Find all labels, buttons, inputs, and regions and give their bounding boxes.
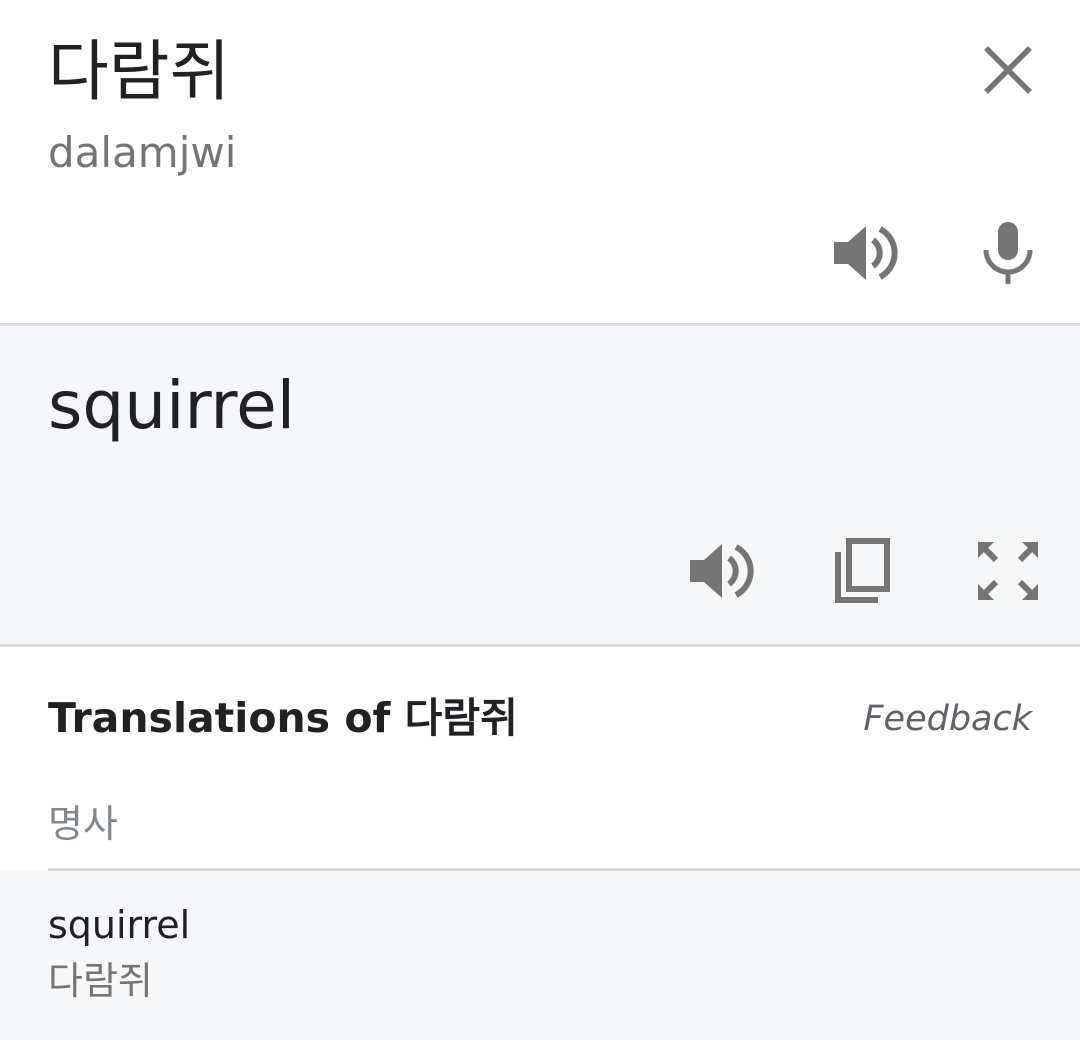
source-text[interactable]: 다람쥐	[48, 28, 230, 116]
dictionary-title: Translations of 다람쥐	[48, 694, 518, 742]
volume-up-icon	[690, 544, 754, 598]
microphone-icon	[983, 222, 1033, 284]
translation-text[interactable]: squirrel	[48, 366, 295, 446]
dictionary-entry[interactable]: squirrel 다람쥐	[0, 871, 1080, 1040]
source-listen-button[interactable]	[828, 220, 900, 286]
fullscreen-icon	[977, 541, 1039, 601]
source-panel: 다람쥐 dalamjwi	[0, 0, 1080, 323]
volume-up-icon	[834, 226, 898, 280]
source-transliteration: dalamjwi	[48, 128, 237, 177]
translation-listen-button[interactable]	[684, 538, 756, 604]
microphone-button[interactable]	[978, 218, 1038, 288]
feedback-link[interactable]: Feedback	[863, 697, 1032, 741]
copy-button[interactable]	[830, 536, 896, 608]
translation-panel: squirrel	[0, 326, 1080, 644]
part-of-speech-label: 명사	[48, 802, 118, 846]
close-button[interactable]	[978, 40, 1038, 100]
fullscreen-button[interactable]	[974, 538, 1042, 604]
entry-reverse-translation: 다람쥐	[48, 959, 153, 1003]
close-icon	[984, 46, 1032, 94]
entry-word: squirrel	[48, 903, 191, 947]
dictionary-panel: Translations of 다람쥐 Feedback 명사 squirrel…	[0, 647, 1080, 1040]
translate-result-screen: 다람쥐 dalamjwi squirrel Translations of 다람…	[0, 0, 1080, 1040]
copy-icon	[835, 538, 890, 603]
